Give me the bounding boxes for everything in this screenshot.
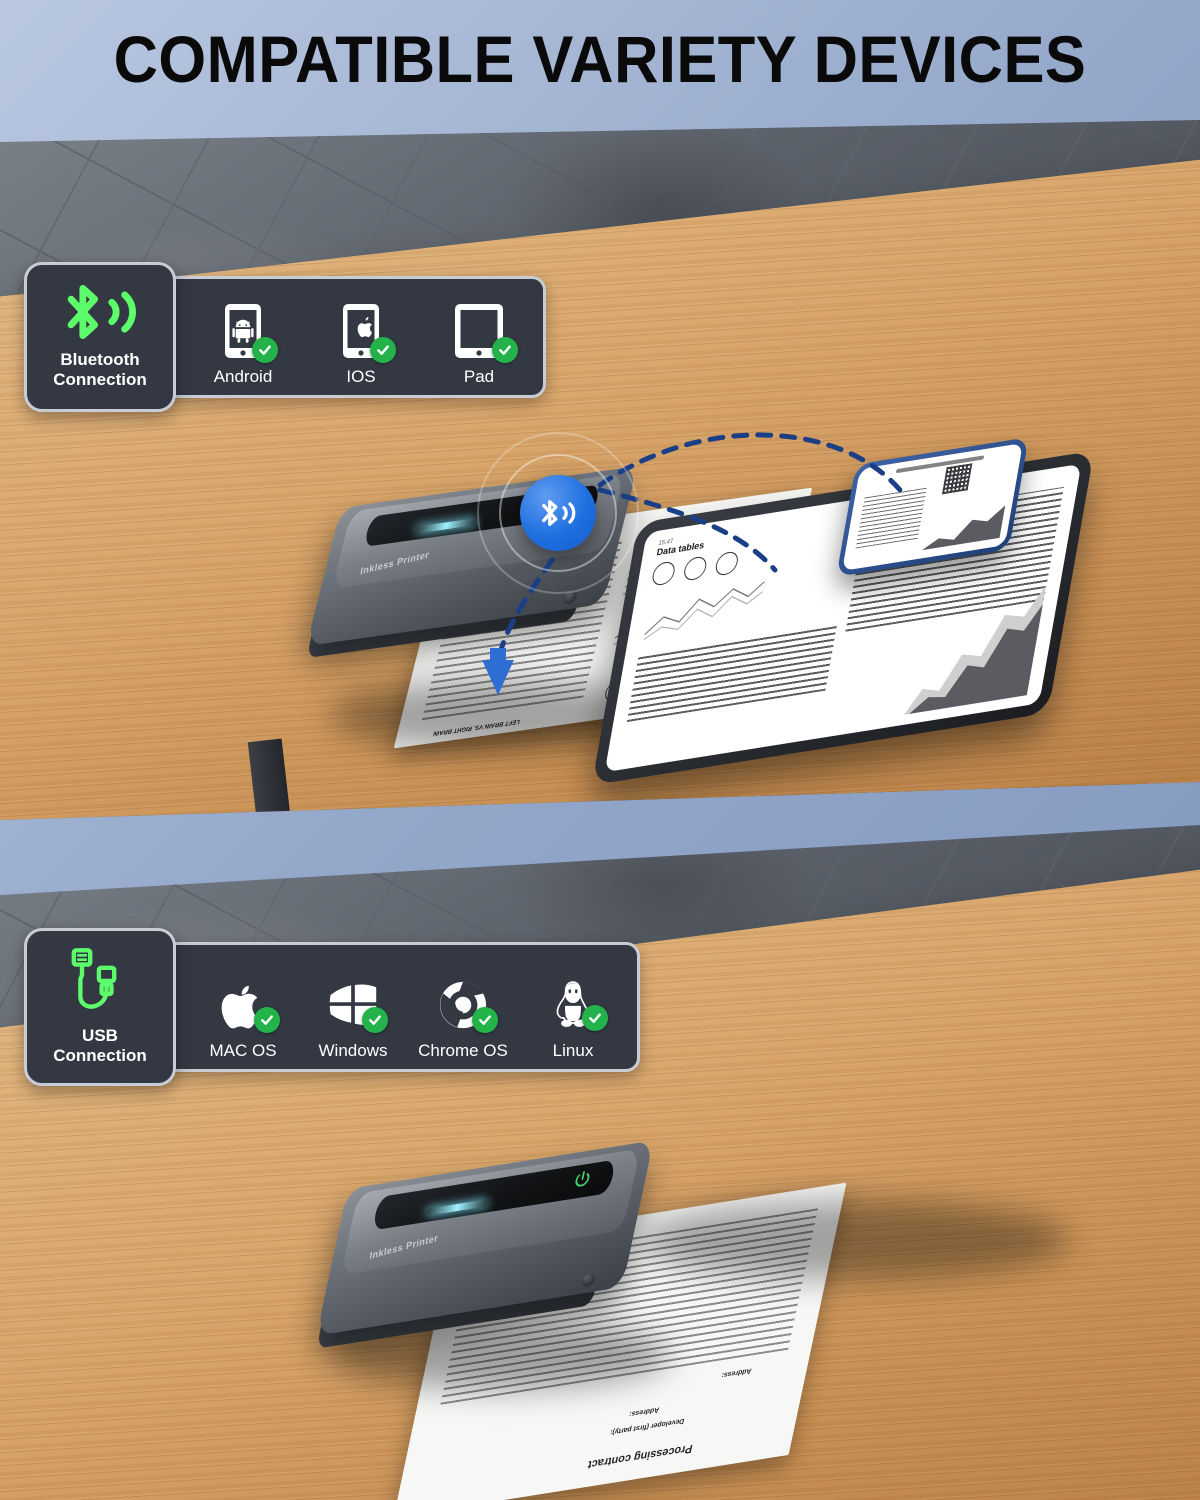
printer-knob[interactable] (580, 1272, 597, 1289)
apple-phone-icon (332, 301, 396, 363)
bluetooth-signal-icon (67, 285, 136, 340)
power-icon[interactable] (572, 1169, 594, 1191)
contract-field-2: Address: (628, 1405, 661, 1418)
device-label: Windows (318, 1041, 388, 1060)
usb-device-list: MAC OS Windows Chrome OS Linux (160, 942, 640, 1072)
bluetooth-card-line2: Connection (53, 370, 147, 389)
bluetooth-compatibility-group: Android IOS Pad Bluetooth Connection (24, 262, 546, 412)
contract-field-1: Developer (first party): (609, 1416, 686, 1436)
android-phone-icon (214, 301, 278, 363)
device-label: Chrome OS (418, 1041, 508, 1060)
device-label: Android (213, 367, 273, 386)
tablet-icon (450, 301, 518, 363)
usb-scene-panel: Processing contract Developer (first par… (0, 825, 1200, 1500)
device-label: Linux (552, 1041, 594, 1060)
bluetooth-scene-panel: CHARTS OF THE HUMAN BRAIN IN EACH MONTH … (0, 120, 1200, 820)
tablet-doc-left: 15:47 Data tables (620, 509, 857, 759)
device-ios[interactable]: IOS (315, 301, 407, 387)
supported-check-icon (254, 1007, 280, 1033)
bluetooth-device-list: Android IOS Pad (160, 276, 546, 398)
usb-card-label: USB Connection (53, 1026, 147, 1065)
usb-cable-icon (71, 948, 117, 1010)
qr-code-icon (941, 463, 972, 495)
windows-icon (324, 975, 388, 1035)
usb-connection-card: USB Connection (24, 928, 176, 1086)
chrome-icon (434, 975, 498, 1035)
printer-brand-label: Inkless Printer (359, 549, 430, 578)
bluetooth-badge (477, 432, 639, 594)
supported-check-icon (472, 1007, 498, 1033)
contract-heading: Processing contract (586, 1442, 694, 1472)
page-header: COMPATIBLE VARIETY DEVICES (0, 0, 1200, 118)
status-light (415, 518, 477, 534)
bluetooth-connection-card: Bluetooth Connection (24, 262, 176, 412)
usb-card-line2: Connection (53, 1046, 147, 1065)
device-windows[interactable]: Windows (307, 975, 399, 1061)
linux-tux-icon (544, 975, 608, 1035)
usb-compatibility-group: MAC OS Windows Chrome OS Linux USB Conne… (24, 928, 640, 1086)
device-linux[interactable]: Linux (527, 975, 619, 1061)
device-chromeos[interactable]: Chrome OS (417, 975, 509, 1061)
tablet-line-chart (643, 581, 765, 641)
supported-check-icon (582, 1005, 608, 1031)
tablet-area-chart (904, 584, 1047, 715)
bluetooth-badge-icon (520, 475, 596, 551)
device-label: IOS (346, 367, 376, 386)
device-macos[interactable]: MAC OS (197, 975, 289, 1061)
device-android[interactable]: Android (197, 301, 289, 387)
page-title: COMPATIBLE VARIETY DEVICES (113, 22, 1087, 96)
usb-card-line1: USB (82, 1026, 118, 1046)
supported-check-icon (370, 337, 396, 363)
device-label: MAC OS (209, 1041, 277, 1060)
bluetooth-card-line1: Bluetooth (60, 350, 140, 370)
bluetooth-card-label: Bluetooth Connection (53, 350, 147, 389)
laptop-shadow (640, 1200, 1070, 1280)
contract-field-3: Address: (720, 1366, 753, 1379)
device-label: Pad (463, 367, 495, 386)
supported-check-icon (492, 337, 518, 363)
printer-brand-label: Inkless Printer (369, 1232, 439, 1262)
device-pad[interactable]: Pad (433, 301, 525, 387)
apple-icon (214, 975, 280, 1035)
supported-check-icon (252, 337, 278, 363)
status-light (425, 1198, 489, 1216)
supported-check-icon (362, 1007, 388, 1033)
